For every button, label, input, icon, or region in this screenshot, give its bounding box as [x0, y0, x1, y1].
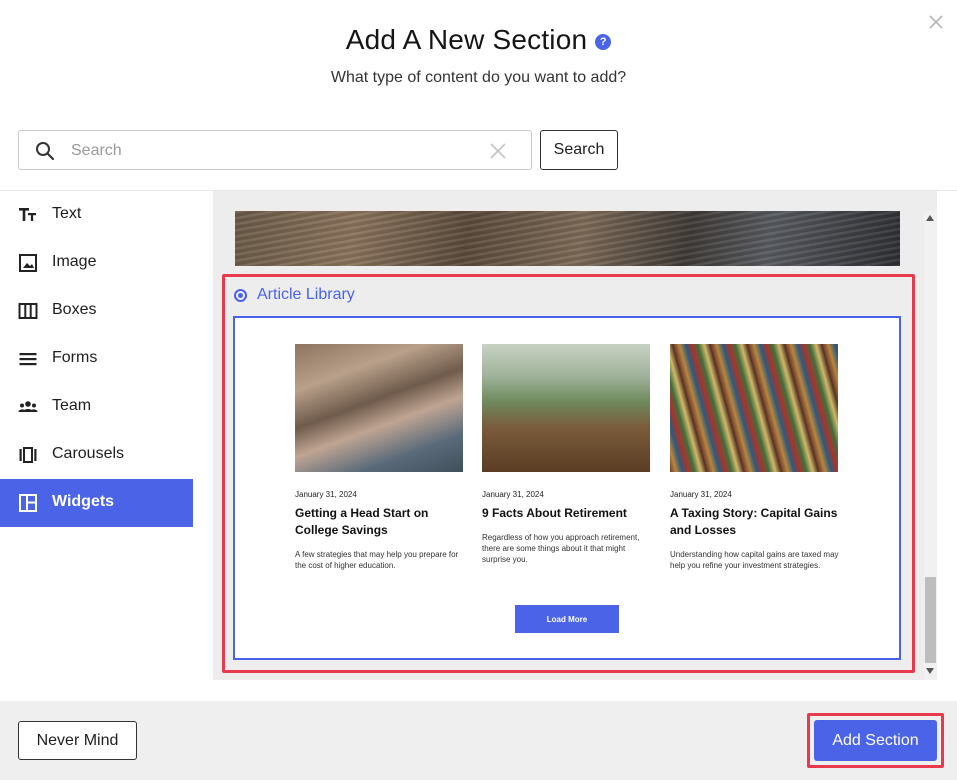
- sidebar-item-label: Image: [52, 253, 97, 270]
- title-row: Add A New Section ?: [0, 24, 957, 56]
- option-article-library[interactable]: Article Library: [234, 286, 355, 304]
- search-button[interactable]: Search: [540, 130, 618, 170]
- article-date: January 31, 2024: [482, 490, 544, 499]
- dialog-footer: Never Mind Add Section: [0, 701, 957, 780]
- search-box: [18, 130, 532, 170]
- dialog-header: Add A New Section ? What type of content…: [0, 0, 957, 110]
- article-description: A few strategies that may help you prepa…: [295, 550, 459, 570]
- sidebar-item-label: Team: [52, 397, 92, 414]
- article-image: [295, 344, 463, 472]
- sidebar-item-team[interactable]: Team: [0, 383, 193, 431]
- article-date: January 31, 2024: [295, 490, 357, 499]
- sidebar-item-label: Forms: [52, 349, 98, 366]
- scroll-thumb[interactable]: [925, 577, 936, 663]
- sidebar-item-text[interactable]: Text: [0, 191, 193, 239]
- search-icon: [36, 142, 55, 161]
- carousels-icon: [19, 447, 37, 463]
- add-section-button[interactable]: Add Section: [814, 720, 937, 761]
- sidebar-item-image[interactable]: Image: [0, 239, 193, 287]
- sidebar-item-label: Carousels: [52, 445, 125, 462]
- article-card: January 31, 2024 Getting a Head Start on…: [295, 344, 465, 571]
- sidebar-item-widgets[interactable]: Widgets: [0, 479, 193, 527]
- radio-selected-icon[interactable]: [234, 288, 247, 302]
- page-subtitle: What type of content do you want to add?: [330, 69, 627, 86]
- previous-option-preview-image[interactable]: [235, 211, 900, 266]
- article-image: [670, 344, 838, 472]
- sidebar-item-label: Text: [52, 205, 82, 222]
- clear-search-icon[interactable]: [489, 142, 507, 160]
- article-date: January 31, 2024: [670, 490, 732, 499]
- boxes-icon: [18, 303, 38, 319]
- page-title: Add A New Section: [345, 24, 588, 55]
- article-card: January 31, 2024 A Taxing Story: Capital…: [670, 344, 840, 571]
- article-description: Understanding how capital gains are taxe…: [670, 550, 839, 570]
- load-more-button: Load More: [515, 605, 619, 633]
- article-library-preview[interactable]: January 31, 2024 Getting a Head Start on…: [233, 316, 901, 660]
- article-card: January 31, 2024 9 Facts About Retiremen…: [482, 344, 652, 565]
- scroll-up-arrow-icon[interactable]: [926, 215, 934, 221]
- article-description: Regardless of how you approach retiremen…: [482, 533, 640, 564]
- team-icon: [18, 401, 38, 412]
- sidebar-item-label: Boxes: [52, 301, 97, 318]
- article-title: A Taxing Story: Capital Gains and Losses: [670, 506, 838, 537]
- option-label: Article Library: [257, 286, 355, 303]
- sidebar-item-label: Widgets: [52, 493, 115, 510]
- article-title: 9 Facts About Retirement: [482, 506, 627, 520]
- forms-icon: [19, 353, 37, 366]
- sidebar-item-forms[interactable]: Forms: [0, 335, 193, 383]
- sidebar-item-carousels[interactable]: Carousels: [0, 431, 193, 479]
- preview-scrollbar[interactable]: [924, 211, 937, 680]
- never-mind-button[interactable]: Never Mind: [18, 721, 137, 760]
- article-title: Getting a Head Start on College Savings: [295, 506, 429, 537]
- text-icon: [19, 208, 36, 221]
- widgets-icon: [19, 494, 37, 512]
- image-icon: [19, 254, 37, 272]
- help-icon[interactable]: ?: [595, 34, 612, 50]
- sidebar-item-boxes[interactable]: Boxes: [0, 287, 193, 335]
- search-input[interactable]: [71, 139, 471, 163]
- scroll-down-arrow-icon[interactable]: [926, 668, 934, 674]
- article-image: [482, 344, 650, 472]
- sidebar: Text Image Boxes Forms Team Carousels Wi…: [0, 191, 193, 701]
